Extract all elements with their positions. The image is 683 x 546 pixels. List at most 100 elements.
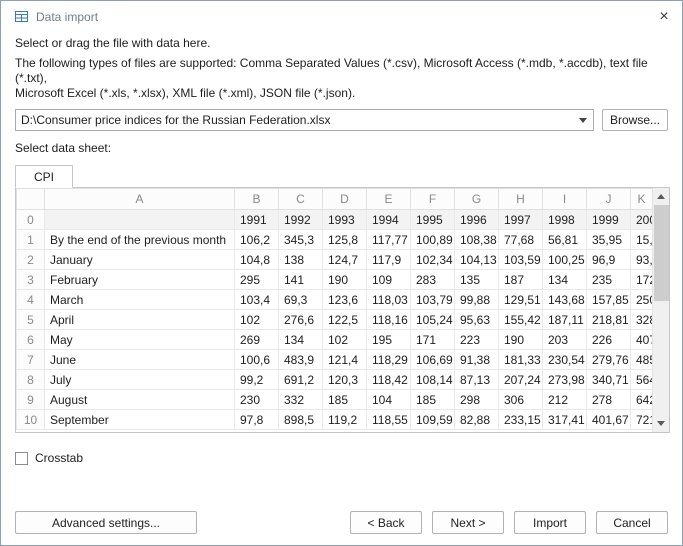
grid-cell[interactable]: 190 xyxy=(323,270,367,290)
grid-cell[interactable]: 102,34 xyxy=(411,250,455,270)
grid-col-header-h[interactable]: H xyxy=(499,189,543,210)
grid-row-header-0[interactable]: 0 xyxy=(17,210,45,230)
grid-cell[interactable]: 283 xyxy=(411,270,455,290)
grid-cell[interactable]: 332 xyxy=(279,390,323,410)
grid-cell[interactable]: 118,03 xyxy=(367,290,411,310)
grid-cell[interactable]: 273,98 xyxy=(543,370,587,390)
grid-cell[interactable]: January xyxy=(45,250,235,270)
grid-cell[interactable]: By the end of the previous month xyxy=(45,230,235,250)
grid-cell[interactable]: 124,7 xyxy=(323,250,367,270)
grid-cell[interactable]: 82,88 xyxy=(455,410,499,430)
grid-cell[interactable]: 122,5 xyxy=(323,310,367,330)
scrollbar-track[interactable] xyxy=(653,205,669,415)
grid-cell[interactable]: 306 xyxy=(499,390,543,410)
grid-cell[interactable]: 317,41 xyxy=(543,410,587,430)
grid-cell[interactable]: 1993 xyxy=(323,210,367,230)
grid-cell[interactable]: 230,54 xyxy=(543,350,587,370)
grid-cell[interactable]: 123,6 xyxy=(323,290,367,310)
grid-cell[interactable]: 155,42 xyxy=(499,310,543,330)
grid-cell[interactable]: 100,6 xyxy=(235,350,279,370)
combobox-dropdown-icon[interactable] xyxy=(573,110,593,130)
back-button[interactable]: < Back xyxy=(350,511,422,534)
grid-cell[interactable]: 117,77 xyxy=(367,230,411,250)
scroll-down-icon[interactable] xyxy=(653,415,669,432)
grid-cell[interactable]: 87,13 xyxy=(455,370,499,390)
grid-col-header-a[interactable]: A xyxy=(45,189,235,210)
grid-cell[interactable]: 118,42 xyxy=(367,370,411,390)
grid-cell[interactable]: 102 xyxy=(235,310,279,330)
grid-cell[interactable]: 250, xyxy=(631,290,653,310)
grid-cell[interactable]: 104,8 xyxy=(235,250,279,270)
grid-cell[interactable]: 212 xyxy=(543,390,587,410)
grid-cell[interactable]: 141 xyxy=(279,270,323,290)
grid-cell[interactable]: 203 xyxy=(543,330,587,350)
grid-cell[interactable]: 143,68 xyxy=(543,290,587,310)
tab-cpi[interactable]: CPI xyxy=(15,165,73,188)
grid-cell[interactable]: 7217 xyxy=(631,410,653,430)
grid-cell[interactable]: 642 xyxy=(631,390,653,410)
grid-cell[interactable]: 345,3 xyxy=(279,230,323,250)
grid-cell[interactable]: 93,5 xyxy=(631,250,653,270)
grid-cell[interactable]: 1991 xyxy=(235,210,279,230)
grid-col-header-i[interactable]: I xyxy=(543,189,587,210)
grid-cell[interactable]: 1992 xyxy=(279,210,323,230)
grid-cell[interactable]: 187,11 xyxy=(543,310,587,330)
grid-cell[interactable]: 328, xyxy=(631,310,653,330)
grid-cell[interactable]: 103,79 xyxy=(411,290,455,310)
grid-cell[interactable]: 118,55 xyxy=(367,410,411,430)
grid-cell[interactable]: 106,69 xyxy=(411,350,455,370)
grid-row-header-3[interactable]: 3 xyxy=(17,270,45,290)
grid-cell[interactable]: April xyxy=(45,310,235,330)
grid-cell[interactable]: 109,59 xyxy=(411,410,455,430)
grid-row-header-7[interactable]: 7 xyxy=(17,350,45,370)
grid-cell[interactable]: 35,95 xyxy=(587,230,631,250)
grid-row-header-10[interactable]: 10 xyxy=(17,410,45,430)
grid-cell[interactable]: July xyxy=(45,370,235,390)
grid-cell[interactable]: 104,13 xyxy=(455,250,499,270)
grid-cell[interactable]: 117,9 xyxy=(367,250,411,270)
grid-cell[interactable]: February xyxy=(45,270,235,290)
grid-col-header-f[interactable]: F xyxy=(411,189,455,210)
grid-row-header-6[interactable]: 6 xyxy=(17,330,45,350)
crosstab-checkbox[interactable] xyxy=(15,452,28,465)
grid-cell[interactable]: 95,63 xyxy=(455,310,499,330)
grid-cell[interactable]: 104 xyxy=(367,390,411,410)
grid-cell[interactable]: 109 xyxy=(367,270,411,290)
grid-cell[interactable]: 1997 xyxy=(499,210,543,230)
grid-cell[interactable]: September xyxy=(45,410,235,430)
grid-row-header-1[interactable]: 1 xyxy=(17,230,45,250)
grid-row-header-9[interactable]: 9 xyxy=(17,390,45,410)
grid-col-header-b[interactable]: B xyxy=(235,189,279,210)
grid-cell[interactable]: 105,24 xyxy=(411,310,455,330)
grid-cell[interactable]: 171 xyxy=(411,330,455,350)
grid-cell[interactable]: March xyxy=(45,290,235,310)
grid-cell[interactable]: 100,89 xyxy=(411,230,455,250)
grid-row-header-2[interactable]: 2 xyxy=(17,250,45,270)
grid-cell[interactable]: 185 xyxy=(411,390,455,410)
grid-cell[interactable]: 195 xyxy=(367,330,411,350)
scrollbar-thumb[interactable] xyxy=(654,205,669,301)
grid-cell[interactable]: 15,0 xyxy=(631,230,653,250)
grid-cell[interactable]: 103,4 xyxy=(235,290,279,310)
grid-cell[interactable]: 118,16 xyxy=(367,310,411,330)
grid-cell[interactable]: 185 xyxy=(323,390,367,410)
grid-cell[interactable]: 91,38 xyxy=(455,350,499,370)
grid-cell[interactable]: 564, xyxy=(631,370,653,390)
grid-cell[interactable]: 138 xyxy=(279,250,323,270)
grid-cell[interactable]: 279,76 xyxy=(587,350,631,370)
grid-cell[interactable]: 134 xyxy=(279,330,323,350)
grid-col-header-e[interactable]: E xyxy=(367,189,411,210)
grid-cell[interactable]: 172, xyxy=(631,270,653,290)
grid-cell[interactable]: 108,38 xyxy=(455,230,499,250)
grid-cell[interactable]: 276,6 xyxy=(279,310,323,330)
crosstab-control[interactable]: Crosstab xyxy=(15,451,682,465)
grid-cell[interactable]: 102 xyxy=(323,330,367,350)
grid-cell[interactable]: 269 xyxy=(235,330,279,350)
grid-cell[interactable]: 898,5 xyxy=(279,410,323,430)
grid-cell[interactable]: 298 xyxy=(455,390,499,410)
grid-cell[interactable]: 134 xyxy=(543,270,587,290)
grid-cell[interactable]: 119,2 xyxy=(323,410,367,430)
grid-cell[interactable]: 2000 xyxy=(631,210,653,230)
grid-cell[interactable]: 135 xyxy=(455,270,499,290)
grid-cell[interactable]: 1994 xyxy=(367,210,411,230)
